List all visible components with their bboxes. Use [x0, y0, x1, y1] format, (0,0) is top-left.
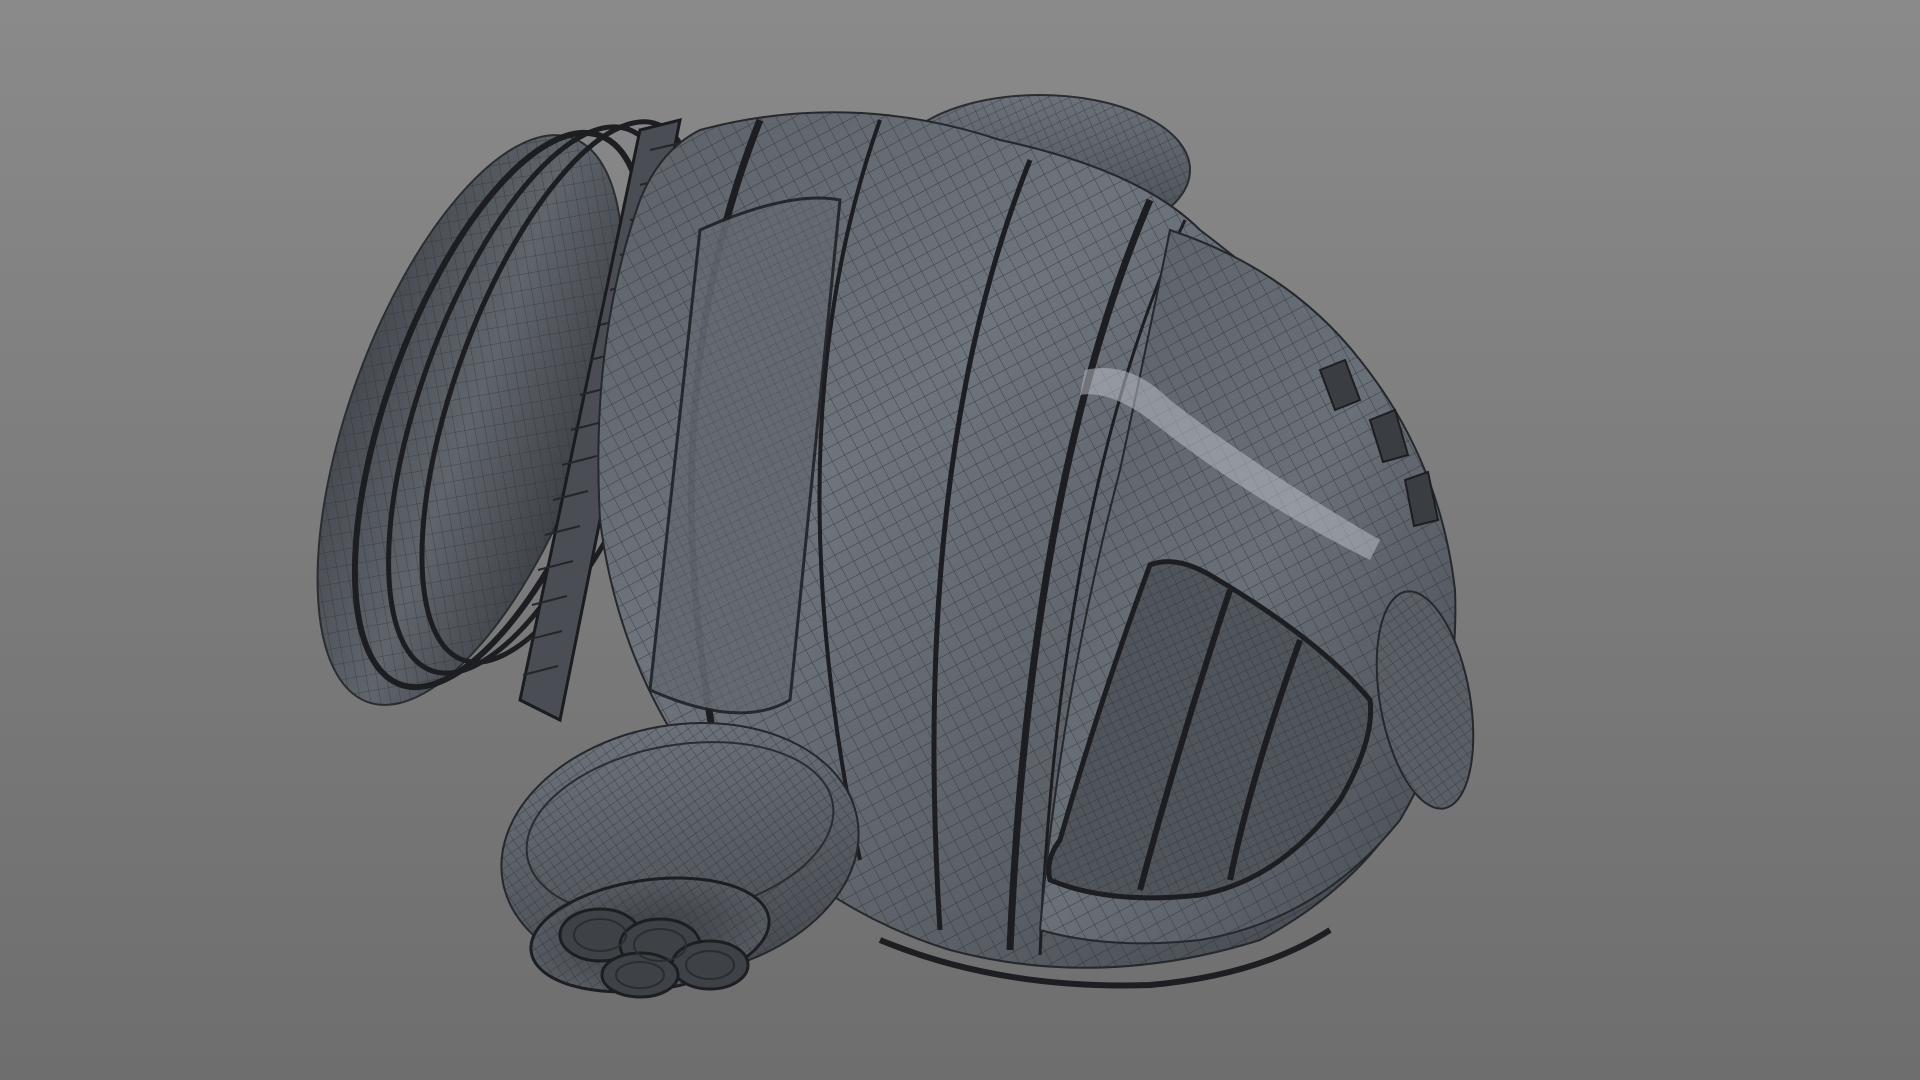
model-render [316, 94, 1475, 999]
3d-viewport[interactable] [0, 0, 1920, 1080]
